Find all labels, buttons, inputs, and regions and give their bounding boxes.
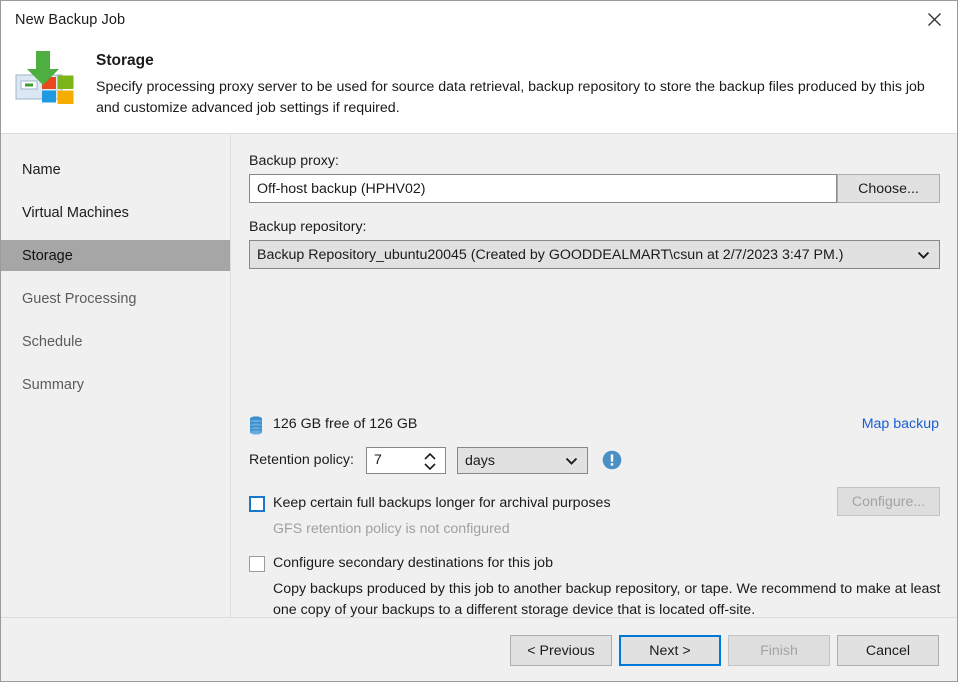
retention-value: 7	[374, 452, 382, 468]
secondary-destinations-description: Copy backups produced by this job to ano…	[273, 581, 941, 618]
next-button[interactable]: Next >	[619, 635, 721, 666]
cancel-button[interactable]: Cancel	[837, 635, 939, 666]
backup-proxy-label: Backup proxy:	[249, 153, 339, 169]
sidebar-item-guest-processing[interactable]: Guest Processing	[1, 283, 230, 314]
sidebar-item-schedule[interactable]: Schedule	[1, 326, 230, 357]
choose-button[interactable]: Choose...	[837, 174, 940, 203]
secondary-destinations-checkbox[interactable]	[249, 556, 265, 572]
dialog-footer: < Previous Next > Finish Cancel	[1, 617, 957, 681]
backup-proxy-input[interactable]: Off-host backup (HPHV02)	[249, 174, 837, 203]
dialog-body: Name Virtual Machines Storage Guest Proc…	[1, 135, 957, 618]
page-description: Specify processing proxy server to be us…	[96, 79, 925, 116]
gfs-archival-checkbox[interactable]	[249, 496, 265, 512]
configure-button: Configure...	[837, 487, 940, 516]
retention-value-stepper[interactable]: 7	[366, 447, 446, 474]
retention-unit-select[interactable]: days	[457, 447, 588, 474]
backup-repository-label: Backup repository:	[249, 219, 367, 235]
window-title: New Backup Job	[15, 12, 126, 28]
sidebar-item-storage[interactable]: Storage	[1, 240, 230, 271]
sidebar-item-name[interactable]: Name	[1, 154, 230, 185]
retention-policy-label: Retention policy:	[249, 452, 354, 468]
wizard-steps-sidebar: Name Virtual Machines Storage Guest Proc…	[1, 135, 231, 617]
backup-storage-icon	[14, 49, 84, 111]
title-bar: New Backup Job	[1, 1, 957, 39]
repository-free-space: 126 GB free of 126 GB	[273, 416, 418, 432]
page-title: Storage	[96, 52, 154, 69]
sidebar-item-summary[interactable]: Summary	[1, 369, 230, 400]
spinner-arrows-icon[interactable]	[423, 451, 437, 472]
secondary-destinations-label[interactable]: Configure secondary destinations for thi…	[273, 555, 553, 571]
previous-button[interactable]: < Previous	[510, 635, 612, 666]
retention-unit-value: days	[465, 452, 495, 469]
dialog-header: Storage Specify processing proxy server …	[1, 39, 957, 134]
disk-stack-icon	[249, 416, 263, 435]
backup-repository-value: Backup Repository_ubuntu20045 (Created b…	[257, 246, 844, 263]
map-backup-link[interactable]: Map backup	[862, 416, 939, 432]
backup-repository-select[interactable]: Backup Repository_ubuntu20045 (Created b…	[249, 240, 940, 269]
chevron-down-icon	[917, 250, 930, 259]
gfs-archival-label[interactable]: Keep certain full backups longer for arc…	[273, 495, 611, 511]
new-backup-job-dialog: New Backup Job Storage Specify processin…	[0, 0, 958, 682]
finish-button: Finish	[728, 635, 830, 666]
sidebar-item-virtual-machines[interactable]: Virtual Machines	[1, 197, 230, 228]
storage-settings-panel: Backup proxy: Off-host backup (HPHV02) C…	[232, 135, 957, 617]
info-exclamation-icon[interactable]	[602, 450, 622, 470]
chevron-down-icon	[565, 456, 578, 465]
gfs-status-text: GFS retention policy is not configured	[273, 521, 510, 537]
close-icon[interactable]	[911, 1, 957, 38]
